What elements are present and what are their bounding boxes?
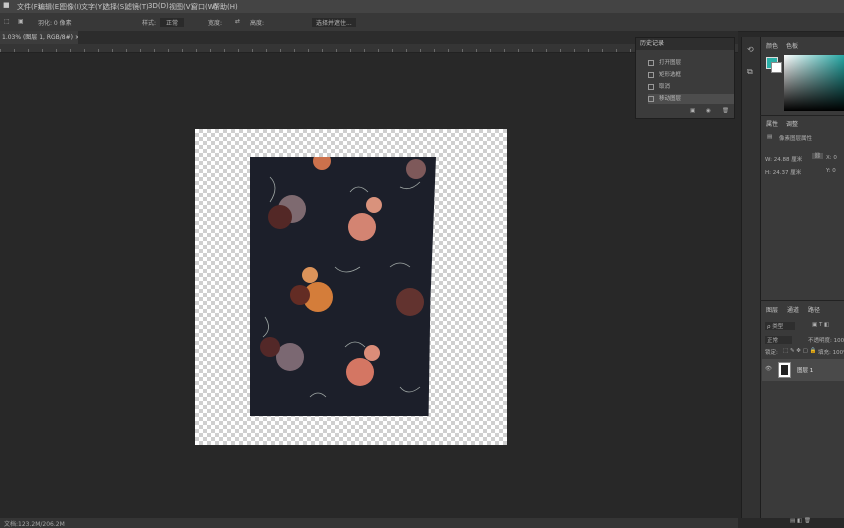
swap-icon[interactable]: ⇄: [235, 18, 240, 25]
selection-mode-icon[interactable]: ▣: [18, 18, 24, 25]
menu-filter[interactable]: 滤镜(T): [125, 2, 149, 12]
tab-adjustments[interactable]: 调整: [786, 119, 798, 128]
document-icon: [648, 59, 654, 66]
style-label: 样式:: [142, 20, 157, 27]
fill-field[interactable]: 填充: 100%: [818, 348, 844, 356]
document-icon: [648, 83, 654, 90]
menu-bar: ■ 文件(F) 编辑(E) 图像(I) 文字(Y) 选择(S) 滤镜(T) 3D…: [0, 0, 844, 13]
filter-icons[interactable]: ▣ T ◧: [812, 322, 829, 328]
history-item[interactable]: 矩形选框: [648, 70, 734, 80]
layer-footer-icons[interactable]: ▤ ◧ 🗑: [790, 518, 811, 524]
tab-paths[interactable]: 路径: [808, 305, 820, 314]
tab-layers[interactable]: 图层: [766, 305, 778, 314]
height-label: 高度:: [250, 20, 265, 27]
history-item[interactable]: 打开图层: [648, 58, 734, 68]
opacity-field[interactable]: 不透明度: 100%: [808, 336, 844, 344]
layer-name[interactable]: 图层 1: [797, 366, 813, 374]
tab-properties[interactable]: 属性: [766, 119, 778, 128]
menu-select[interactable]: 选择(S): [103, 2, 127, 12]
status-bar: 文档:123.2M/206.2M: [0, 518, 738, 528]
camera-icon[interactable]: ◉: [706, 108, 711, 114]
properties-panel-icon[interactable]: ⧉: [747, 67, 753, 77]
layer-filter-select[interactable]: ρ 类型: [765, 322, 796, 330]
feather-field[interactable]: 羽化: 0 像素: [38, 18, 72, 27]
menu-view[interactable]: 视图(V): [169, 2, 193, 12]
width-label: 宽度:: [208, 20, 223, 27]
background-swatch[interactable]: [771, 62, 782, 73]
history-item[interactable]: 取消: [648, 82, 734, 92]
width-value[interactable]: W: 24.88 厘米: [765, 155, 802, 163]
y-value[interactable]: Y: 0: [826, 168, 836, 174]
history-panel: 历史记录 打开图层 矩形选框 取消 移动图层 ▣ ◉ 🗑: [635, 37, 735, 119]
tab-swatches[interactable]: 色板: [786, 41, 798, 50]
horizontal-ruler: [0, 44, 738, 53]
options-bar: ⬚ ▣ 羽化: 0 像素 样式: 正常 宽度: ⇄ 高度: 选择并遮住...: [0, 13, 844, 32]
panel-icon-strip: ⟲ ⧉: [741, 37, 760, 518]
style-select[interactable]: 正常: [160, 18, 185, 27]
ps-logo-icon[interactable]: ■: [3, 1, 10, 9]
x-value[interactable]: X: 0: [826, 155, 837, 161]
menu-type[interactable]: 文字(Y): [81, 2, 105, 12]
menu-edit[interactable]: 编辑(E): [38, 2, 62, 12]
link-icon[interactable]: ⛓: [812, 153, 823, 159]
document-size-status: 文档:123.2M/206.2M: [4, 521, 65, 528]
history-panel-icon[interactable]: ⟲: [747, 45, 754, 54]
document-tab[interactable]: 1.03% (图层 1, RGB/8#) ×: [0, 31, 78, 44]
menu-file[interactable]: 文件(F): [17, 2, 41, 12]
visibility-eye-icon[interactable]: 👁: [765, 366, 772, 372]
blend-mode-select[interactable]: 正常: [765, 336, 793, 344]
floral-pattern: [260, 157, 426, 398]
menu-image[interactable]: 图像(I): [60, 2, 82, 12]
history-panel-title[interactable]: 历史记录: [636, 38, 734, 50]
tab-color[interactable]: 颜色: [766, 41, 778, 50]
tab-channels[interactable]: 通道: [787, 305, 799, 314]
properties-title: 像素图层属性: [779, 136, 813, 142]
layer-thumbnail: [778, 362, 791, 378]
move-icon: [648, 95, 654, 102]
select-and-mask-button[interactable]: 选择并遮住...: [312, 18, 356, 27]
floral-fabric-image[interactable]: [250, 157, 436, 416]
color-picker-field[interactable]: [784, 55, 844, 111]
marquee-tool-icon[interactable]: ⬚: [4, 18, 10, 25]
new-snapshot-icon[interactable]: ▣: [690, 108, 695, 114]
pixel-layer-icon: ▤: [767, 134, 773, 140]
history-item-selected[interactable]: 移动图层: [648, 94, 734, 104]
lock-icons[interactable]: ⬚ ✎ ✥ ▢ 🔒: [783, 348, 816, 354]
menu-3d[interactable]: 3D(D): [148, 2, 169, 10]
height-value[interactable]: H: 24.37 厘米: [765, 168, 801, 176]
document-tab-bar: 1.03% (图层 1, RGB/8#) ×: [0, 31, 738, 44]
lock-label: 锁定:: [765, 350, 778, 356]
marquee-icon: [648, 71, 654, 78]
menu-help[interactable]: 帮助(H): [213, 2, 238, 12]
trash-icon[interactable]: 🗑: [722, 108, 729, 114]
